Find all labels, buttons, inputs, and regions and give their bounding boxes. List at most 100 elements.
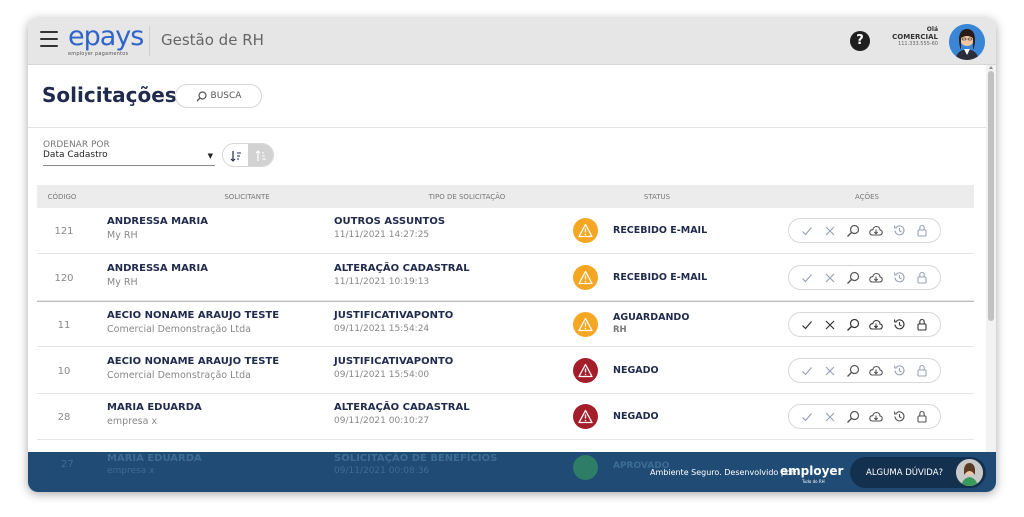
cloud-download-icon[interactable] — [866, 268, 886, 288]
history-icon[interactable] — [889, 221, 909, 241]
row-request-date: 11/11/2021 10:19:13 — [334, 277, 430, 287]
approve-icon[interactable] — [797, 407, 817, 427]
lock-icon[interactable] — [912, 221, 932, 241]
history-icon[interactable] — [889, 361, 909, 381]
sort-ascending-icon[interactable] — [223, 144, 248, 166]
warning-status-icon — [573, 265, 598, 290]
page-title: Solicitações — [42, 83, 177, 107]
view-icon[interactable] — [843, 221, 863, 241]
caret-down-icon: ▼ — [207, 152, 213, 160]
row-status: RECEBIDO E-MAIL — [613, 272, 708, 283]
row-actions — [788, 218, 941, 243]
lock-icon[interactable] — [912, 268, 932, 288]
help-chat-button[interactable]: ALGUMA DÚVIDA? — [850, 457, 986, 488]
column-header-requester[interactable]: SOLICITANTE — [187, 193, 307, 201]
row-code: 10 — [57, 366, 71, 377]
row-status: RECEBIDO E-MAIL — [613, 225, 708, 236]
reject-icon[interactable] — [820, 268, 840, 288]
view-icon[interactable] — [843, 268, 863, 288]
search-button[interactable]: BUSCA — [175, 84, 262, 108]
help-chat-label: ALGUMA DÚVIDA? — [866, 468, 944, 478]
partial-row-date: 09/11/2021 00:08:36 — [334, 466, 430, 476]
row-status-sub: RH — [613, 325, 627, 335]
row-request-type: OUTROS ASSUNTOS — [334, 216, 446, 227]
scrollbar-thumb[interactable] — [988, 71, 994, 321]
table-header: CÓDIGO SOLICITANTE TIPO DE SOLICITAÇÃO S… — [37, 185, 974, 208]
row-status: NEGADO — [613, 411, 659, 422]
cloud-download-icon[interactable] — [866, 361, 886, 381]
column-header-status[interactable]: STATUS — [627, 193, 687, 201]
footer: 27 MARIA EDUARDA empresa x SOLICITAÇÃO D… — [28, 452, 996, 492]
logo[interactable]: epays employer pagamentos — [68, 23, 154, 61]
user-id: 111.333.555-60 — [898, 41, 938, 47]
column-header-code[interactable]: CÓDIGO — [42, 193, 82, 201]
reject-icon[interactable] — [820, 315, 840, 335]
lock-icon[interactable] — [912, 315, 932, 335]
row-requester-company: Comercial Demonstração Ltda — [107, 324, 251, 335]
table-row[interactable]: 121 ANDRESSA MARIA My RH OUTROS ASSUNTOS 11/… — [37, 208, 974, 254]
help-icon[interactable]: ? — [850, 31, 870, 51]
row-actions — [788, 404, 941, 429]
table-row[interactable]: 11 AECIO NONAME ARAUJO TESTE Comercial Dem… — [37, 301, 974, 347]
app-title: Gestão de RH — [161, 31, 264, 49]
cloud-download-icon[interactable] — [866, 221, 886, 241]
reject-icon[interactable] — [820, 407, 840, 427]
lock-icon[interactable] — [912, 361, 932, 381]
row-requester-name: AECIO NONAME ARAUJO TESTE — [107, 310, 280, 321]
row-requester-company: empresa x — [107, 416, 158, 427]
scrollbar[interactable] — [986, 65, 996, 452]
sort-descending-icon[interactable] — [248, 144, 273, 166]
menu-icon[interactable] — [40, 31, 58, 47]
view-icon[interactable] — [843, 315, 863, 335]
row-requester-company: My RH — [107, 277, 138, 288]
row-requester-name: ANDRESSA MARIA — [107, 216, 208, 227]
approve-icon[interactable] — [797, 315, 817, 335]
user-greeting: Olá — [926, 26, 938, 33]
row-request-date: 09/11/2021 00:10:27 — [334, 416, 430, 426]
row-requester-name: AECIO NONAME ARAUJO TESTE — [107, 356, 280, 367]
history-icon[interactable] — [889, 407, 909, 427]
reject-icon[interactable] — [820, 221, 840, 241]
sort-select[interactable]: Data Cadastro ▼ — [43, 150, 215, 166]
divider — [149, 26, 150, 56]
row-request-type: JUSTIFICATIVAPONTO — [334, 356, 454, 367]
logo-text: epays — [68, 21, 144, 52]
employer-logo[interactable]: employer Tudo do RH — [780, 464, 843, 484]
approve-icon[interactable] — [797, 268, 817, 288]
table-row[interactable]: 10 AECIO NONAME ARAUJO TESTE Comercial Dem… — [37, 348, 974, 394]
avatar[interactable] — [949, 24, 985, 60]
search-icon — [196, 90, 207, 101]
user-info: Olá COMERCIAL 111.333.555-60 — [892, 26, 938, 47]
column-header-type[interactable]: TIPO DE SOLICITAÇÃO — [397, 193, 537, 201]
row-request-date: 09/11/2021 15:54:24 — [334, 324, 430, 334]
scroll-up-arrow-icon[interactable] — [989, 66, 993, 69]
history-icon[interactable] — [889, 315, 909, 335]
row-request-date: 11/11/2021 14:27:25 — [334, 230, 430, 240]
approve-icon[interactable] — [797, 221, 817, 241]
column-header-actions: AÇÕES — [855, 193, 879, 201]
view-icon[interactable] — [843, 361, 863, 381]
row-actions — [788, 265, 941, 290]
approve-icon[interactable] — [797, 361, 817, 381]
row-request-type: ALTERAÇÃO CADASTRAL — [334, 263, 470, 274]
cloud-download-icon[interactable] — [866, 407, 886, 427]
denied-status-icon — [573, 404, 598, 429]
warning-status-icon — [573, 312, 598, 337]
support-avatar — [956, 459, 983, 486]
search-button-label: BUSCA — [210, 91, 242, 101]
partial-row-name: MARIA EDUARDA — [107, 453, 202, 464]
row-actions — [788, 358, 941, 383]
lock-icon[interactable] — [912, 407, 932, 427]
row-code: 11 — [57, 320, 71, 331]
sort-label: ORDENAR POR — [43, 140, 110, 150]
reject-icon[interactable] — [820, 361, 840, 381]
user-name: COMERCIAL — [892, 33, 938, 41]
denied-status-icon — [573, 358, 598, 383]
cloud-download-icon[interactable] — [866, 315, 886, 335]
history-icon[interactable] — [889, 268, 909, 288]
view-icon[interactable] — [843, 407, 863, 427]
employer-logo-sub: Tudo do RH — [802, 479, 825, 484]
table-row[interactable]: 28 MARIA EDUARDA empresa x ALTERAÇÃO CADAST… — [37, 394, 974, 440]
table-row[interactable]: 120 ANDRESSA MARIA My RH ALTERAÇÃO CADASTRA… — [37, 255, 974, 301]
app-window: epays employer pagamentos Gestão de RH ?… — [28, 18, 996, 492]
